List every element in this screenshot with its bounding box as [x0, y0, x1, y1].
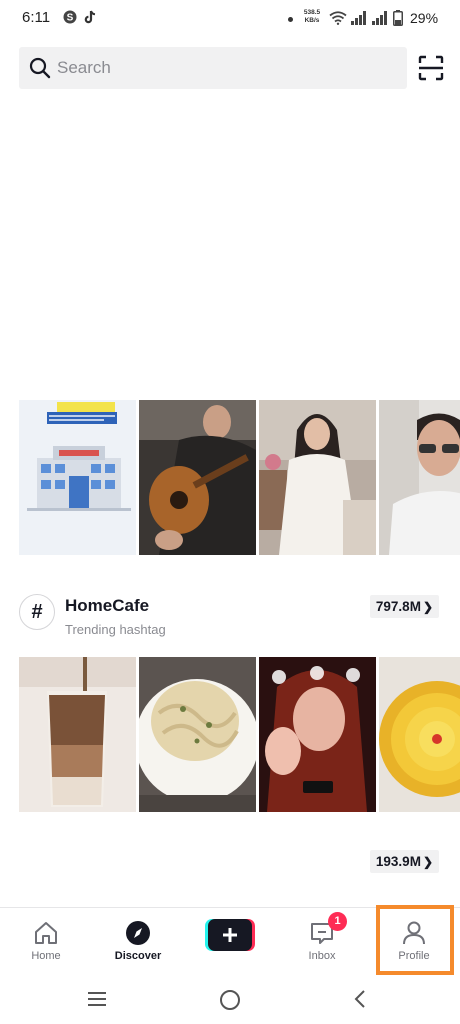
- signal-icon: [351, 11, 366, 25]
- man-glasses-thumbnail[interactable]: [379, 400, 460, 555]
- skype-icon: S: [63, 10, 77, 24]
- hashtag-icon: #: [19, 594, 55, 630]
- urdu-text-building-thumbnail[interactable]: [19, 400, 136, 555]
- search-bar[interactable]: [19, 47, 407, 89]
- profile-highlight-box: [376, 905, 454, 975]
- tiktok-girl-filter-thumbnail[interactable]: [259, 657, 376, 812]
- woman-white-dress-thumbnail[interactable]: [259, 400, 376, 555]
- search-icon: [29, 57, 51, 79]
- battery-icon: [393, 10, 403, 26]
- status-time: 6:11: [22, 9, 51, 26]
- notification-dot: [288, 17, 293, 22]
- nav-discover[interactable]: Discover: [98, 908, 178, 976]
- android-nav-bar: [0, 975, 460, 1024]
- chevron-right-icon: ❯: [422, 600, 433, 614]
- nav-home[interactable]: Home: [6, 908, 86, 976]
- nav-inbox[interactable]: Inbox: [282, 908, 362, 976]
- view-count-badge[interactable]: 797.8M ❯: [369, 595, 439, 618]
- net-speed: 538.5 KB/s: [303, 9, 321, 24]
- menu-icon[interactable]: [86, 989, 108, 1009]
- create-video-button[interactable]: [205, 919, 255, 951]
- man-playing-guitar-thumbnail[interactable]: [139, 400, 256, 555]
- home-circle-icon[interactable]: [219, 989, 241, 1011]
- status-bar: 6:11 S 538.5 KB/s 29%: [0, 0, 460, 38]
- svg-text:S: S: [67, 13, 74, 24]
- home-icon: [35, 922, 57, 944]
- battery-percent: 29%: [410, 10, 439, 26]
- iced-coffee-thumbnail[interactable]: [19, 657, 136, 812]
- hashtag-subtitle: Trending hashtag: [65, 622, 166, 637]
- tiktok-icon: [84, 10, 96, 24]
- yellow-flower-tart-thumbnail[interactable]: [379, 657, 460, 812]
- chevron-right-icon: ❯: [422, 855, 433, 869]
- scan-icon[interactable]: [416, 53, 446, 83]
- video-thumbnail-row: [19, 400, 460, 555]
- inbox-notification-badge: 1: [328, 912, 347, 931]
- nav-label: Discover: [114, 950, 162, 962]
- back-icon[interactable]: [352, 989, 368, 1009]
- wifi-icon: [329, 11, 347, 25]
- search-input[interactable]: [57, 47, 397, 89]
- nav-label: Home: [31, 950, 61, 962]
- nav-label: Inbox: [308, 950, 336, 962]
- compass-icon: [126, 921, 150, 945]
- view-count-badge[interactable]: 193.9M ❯: [369, 850, 439, 873]
- hashtag-title: HomeCafe: [65, 596, 150, 615]
- signal-icon: [372, 11, 387, 25]
- pasta-plate-thumbnail[interactable]: [139, 657, 256, 812]
- video-thumbnail-row: [19, 657, 460, 812]
